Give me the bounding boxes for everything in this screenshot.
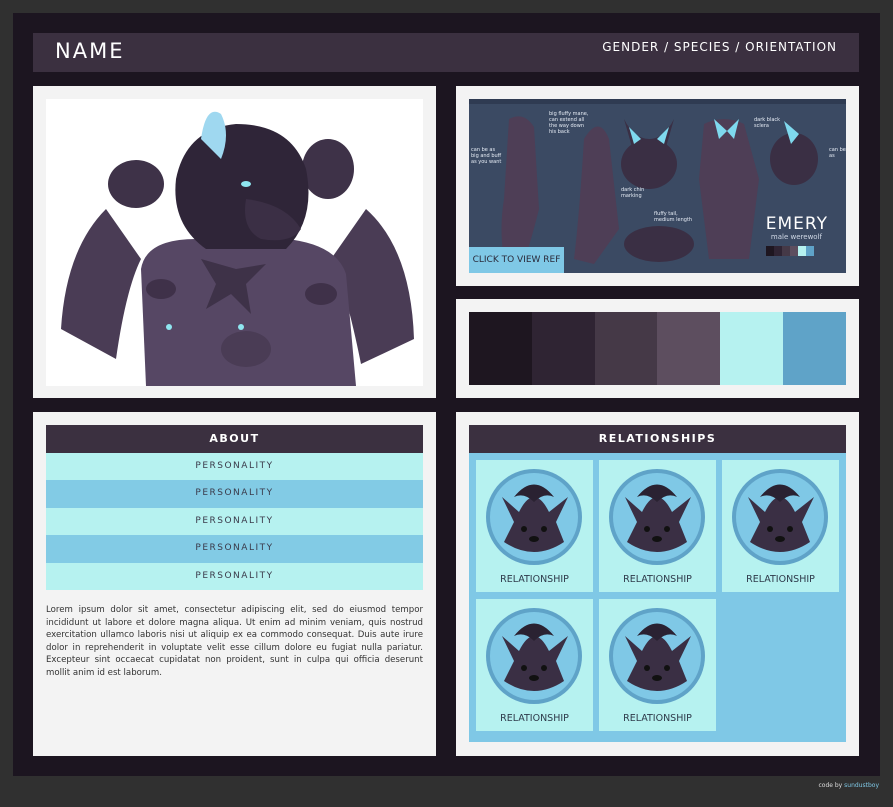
wolf-avatar-icon xyxy=(609,608,705,704)
color-swatch-1 xyxy=(469,312,532,385)
relationship-label: RELATIONSHIP xyxy=(623,574,692,585)
about-title: ABOUT xyxy=(46,425,423,453)
color-swatch-5 xyxy=(720,312,784,385)
view-ref-button[interactable]: CLICK TO VIEW REF xyxy=(469,247,564,273)
color-swatch-3 xyxy=(594,312,658,385)
ref-note-tail: fluffy tail, medium length xyxy=(654,211,693,223)
relationship-label: RELATIONSHIP xyxy=(746,574,815,585)
relationship-card[interactable]: RELATIONSHIP xyxy=(476,460,593,592)
personality-row: PERSONALITY xyxy=(46,480,423,508)
relationship-card[interactable]: RELATIONSHIP xyxy=(599,599,716,731)
credit-prefix: code by xyxy=(818,782,843,789)
portrait-panel xyxy=(33,86,436,398)
color-swatch-4 xyxy=(657,312,721,385)
wolf-avatar-icon xyxy=(609,469,705,565)
personality-list: PERSONALITY PERSONALITY PERSONALITY PERS… xyxy=(46,453,423,590)
about-panel: ABOUT PERSONALITY PERSONALITY PERSONALIT… xyxy=(33,412,436,756)
wolf-avatar-icon xyxy=(486,608,582,704)
relationship-card[interactable]: RELATIONSHIP xyxy=(476,599,593,731)
relationships-grid: RELATIONSHIP RELATIONSHIP RELATIONSHIP R… xyxy=(469,453,846,742)
ref-note-mane: big fluffy mane, can extend all the way … xyxy=(549,111,589,135)
wolf-avatar-icon xyxy=(732,469,828,565)
ref-note-buff: can be as big and buff as you want xyxy=(471,147,502,165)
relationship-card[interactable]: RELATIONSHIP xyxy=(722,460,839,592)
relationship-card[interactable]: RELATIONSHIP xyxy=(599,460,716,592)
color-swatch-6 xyxy=(783,312,846,385)
palette-panel xyxy=(456,299,859,398)
color-palette xyxy=(469,312,846,385)
relationship-label: RELATIONSHIP xyxy=(500,574,569,585)
ref-character-name: EMERY xyxy=(765,214,828,234)
personality-row: PERSONALITY xyxy=(46,453,423,481)
relationship-label: RELATIONSHIP xyxy=(500,713,569,724)
gender-species-orientation: GENDER / SPECIES / ORIENTATION xyxy=(602,40,837,54)
portrait-image xyxy=(46,99,423,386)
credit-author-link[interactable]: sundustboy xyxy=(844,782,879,789)
relationship-label: RELATIONSHIP xyxy=(623,713,692,724)
reference-sheet-image[interactable]: big fluffy mane, can extend all the way … xyxy=(469,99,846,273)
header-bar: NAME GENDER / SPECIES / ORIENTATION xyxy=(33,33,859,72)
character-name: NAME xyxy=(55,39,125,63)
personality-row: PERSONALITY xyxy=(46,535,423,563)
color-swatch-2 xyxy=(531,312,595,385)
relationships-panel: RELATIONSHIPS RELATIONSHIP RELATIONSHIP … xyxy=(456,412,859,756)
ref-note-chin: dark chin marking xyxy=(621,187,645,199)
personality-row: PERSONALITY xyxy=(46,507,423,536)
personality-row: PERSONALITY xyxy=(46,562,423,590)
about-description: Lorem ipsum dolor sit amet, consectetur … xyxy=(46,605,423,678)
reference-panel: big fluffy mane, can extend all the way … xyxy=(456,86,859,286)
ref-note-edge: can be as xyxy=(829,147,846,159)
ref-character-subtitle: male werewolf xyxy=(770,233,822,241)
wolf-avatar-icon xyxy=(486,469,582,565)
relationships-title: RELATIONSHIPS xyxy=(469,425,846,453)
credit-line: code by sundustboy xyxy=(818,782,879,789)
ref-note-sclera: dark black sclera xyxy=(754,117,781,129)
